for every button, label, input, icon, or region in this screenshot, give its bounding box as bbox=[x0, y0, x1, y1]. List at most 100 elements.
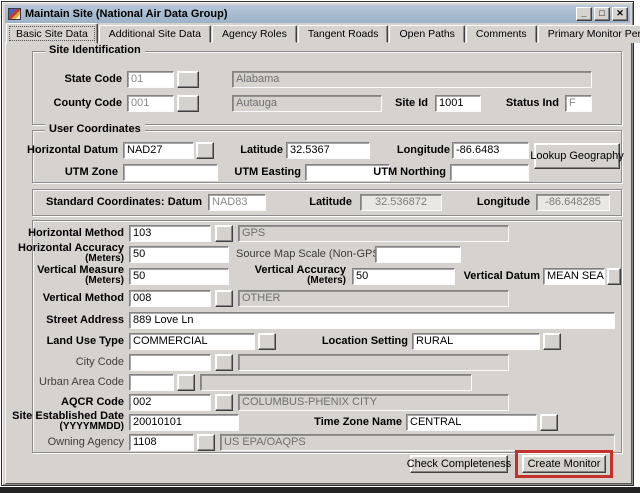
land-use-type-field[interactable]: COMMERCIAL bbox=[129, 333, 255, 350]
site-established-date-field[interactable]: 20010101 bbox=[129, 414, 239, 431]
horizontal-method-description: GPS bbox=[238, 225, 509, 242]
urban-area-code-lookup-button[interactable] bbox=[177, 374, 195, 391]
vertical-accuracy-field[interactable]: 50 bbox=[352, 268, 455, 285]
status-ind-field: F bbox=[565, 95, 592, 112]
source-map-scale-label: Source Map Scale (Non-GPS) bbox=[236, 246, 371, 263]
vertical-measure-field[interactable]: 50 bbox=[129, 268, 229, 285]
latitude-field[interactable]: 32.5367 bbox=[286, 142, 370, 159]
screen-edge bbox=[0, 487, 640, 493]
aqcr-code-label: AQCR Code bbox=[16, 394, 124, 411]
standard-latitude-label: Latitude bbox=[306, 194, 352, 211]
horizontal-datum-lookup-button[interactable] bbox=[196, 142, 214, 159]
titlebar: Maintain Site (National Air Data Group) … bbox=[5, 5, 630, 23]
aqcr-name-display: COLUMBUS-PHENIX CITY bbox=[238, 394, 509, 411]
vertical-accuracy-sublabel: (Meters) bbox=[246, 276, 346, 285]
standard-longitude-label: Longitude bbox=[474, 194, 530, 211]
tab-bar: Basic Site Data Additional Site Data Age… bbox=[6, 22, 640, 43]
location-setting-lookup-button[interactable] bbox=[543, 333, 561, 350]
site-id-label: Site Id bbox=[372, 95, 428, 112]
county-code-field: 001 bbox=[127, 95, 174, 112]
site-id-field[interactable]: 1001 bbox=[435, 95, 481, 112]
vertical-accuracy-label: Vertical Accuracy (Meters) bbox=[246, 265, 346, 285]
owning-agency-label: Owning Agency bbox=[16, 434, 124, 451]
state-code-lookup-button[interactable] bbox=[177, 71, 199, 88]
urban-area-code-field[interactable] bbox=[129, 374, 174, 391]
lookup-geography-button[interactable]: Lookup Geography bbox=[534, 143, 620, 169]
vertical-datum-field[interactable]: MEAN SEA-L bbox=[543, 268, 605, 285]
tab-open-paths[interactable]: Open Paths bbox=[389, 25, 464, 43]
urban-area-name-display bbox=[200, 374, 472, 391]
create-monitor-button[interactable]: Create Monitor bbox=[522, 455, 606, 473]
status-ind-label: Status Ind bbox=[499, 95, 559, 112]
owning-agency-field[interactable]: 1108 bbox=[129, 434, 194, 451]
tab-content-panel: Site Identification State Code 01 Alabam… bbox=[5, 42, 632, 484]
horizontal-method-label: Horizontal Method bbox=[16, 225, 124, 242]
standard-longitude-field: -86.648285 bbox=[536, 194, 610, 211]
vertical-method-label: Vertical Method bbox=[16, 290, 124, 307]
longitude-field[interactable]: -86.6483 bbox=[452, 142, 529, 159]
longitude-label: Longitude bbox=[380, 142, 450, 159]
standard-datum-field: NAD83 bbox=[208, 194, 266, 211]
city-code-label: City Code bbox=[16, 354, 124, 371]
state-code-label: State Code bbox=[16, 71, 122, 88]
utm-northing-field[interactable] bbox=[450, 164, 529, 181]
state-name-display: Alabama bbox=[232, 71, 592, 88]
check-completeness-button[interactable]: Check Completeness bbox=[410, 455, 508, 473]
vertical-datum-lookup-button[interactable] bbox=[607, 268, 621, 285]
horizontal-accuracy-label: Horizontal Accuracy (Meters) bbox=[16, 243, 124, 263]
location-setting-field[interactable]: RURAL bbox=[412, 333, 540, 350]
land-use-type-label: Land Use Type bbox=[16, 333, 124, 350]
user-coordinates-legend: User Coordinates bbox=[45, 123, 145, 135]
city-name-display bbox=[238, 354, 509, 371]
tab-agency-roles[interactable]: Agency Roles bbox=[212, 25, 297, 43]
site-established-date-label: Site Established Date (YYYYMMDD) bbox=[8, 411, 124, 431]
county-name-display: Autauga bbox=[232, 95, 382, 112]
owning-agency-lookup-button[interactable] bbox=[197, 434, 215, 451]
vertical-measure-sublabel: (Meters) bbox=[16, 276, 124, 285]
street-address-label: Street Address bbox=[16, 312, 124, 329]
vertical-datum-label: Vertical Datum bbox=[458, 268, 540, 285]
time-zone-name-label: Time Zone Name bbox=[302, 414, 402, 431]
standard-latitude-field: 32.536872 bbox=[360, 194, 442, 211]
source-map-scale-field[interactable] bbox=[375, 246, 461, 263]
latitude-label: Latitude bbox=[221, 142, 283, 159]
maximize-button[interactable]: □ bbox=[594, 7, 610, 21]
aqcr-code-field[interactable]: 002 bbox=[129, 394, 211, 411]
horizontal-datum-label: Horizontal Datum bbox=[16, 142, 118, 159]
horizontal-method-field[interactable]: 103 bbox=[129, 225, 211, 242]
city-code-field[interactable] bbox=[129, 354, 211, 371]
county-code-lookup-button[interactable] bbox=[177, 95, 199, 112]
utm-zone-field[interactable] bbox=[123, 164, 218, 181]
tab-tangent-roads[interactable]: Tangent Roads bbox=[298, 25, 389, 43]
tab-primary-monitor-periods[interactable]: Primary Monitor Periods bbox=[538, 25, 640, 43]
time-zone-name-field[interactable]: CENTRAL bbox=[406, 414, 537, 431]
aqcr-code-lookup-button[interactable] bbox=[215, 394, 233, 411]
window-controls: _ □ ✕ bbox=[576, 7, 628, 21]
county-code-label: County Code bbox=[16, 95, 122, 112]
site-established-date-sublabel: (YYYYMMDD) bbox=[8, 422, 124, 431]
street-address-field[interactable]: 889 Love Ln bbox=[129, 312, 615, 329]
land-use-type-lookup-button[interactable] bbox=[258, 333, 276, 350]
horizontal-accuracy-sublabel: (Meters) bbox=[16, 254, 124, 263]
standard-datum-label: Datum bbox=[152, 194, 202, 211]
tab-additional-site-data[interactable]: Additional Site Data bbox=[99, 25, 211, 43]
utm-northing-label: UTM Northing bbox=[364, 164, 446, 181]
vertical-method-description: OTHER bbox=[238, 290, 509, 307]
tab-comments[interactable]: Comments bbox=[466, 25, 537, 43]
city-code-lookup-button[interactable] bbox=[215, 354, 233, 371]
close-button[interactable]: ✕ bbox=[612, 7, 628, 21]
utm-easting-label: UTM Easting bbox=[228, 164, 301, 181]
horizontal-method-lookup-button[interactable] bbox=[215, 225, 233, 242]
vertical-method-field[interactable]: 008 bbox=[129, 290, 211, 307]
horizontal-accuracy-field[interactable]: 50 bbox=[129, 246, 229, 263]
state-code-field: 01 bbox=[127, 71, 174, 88]
location-setting-label: Location Setting bbox=[316, 333, 408, 350]
horizontal-datum-field[interactable]: NAD27 bbox=[123, 142, 194, 159]
utm-zone-label: UTM Zone bbox=[36, 164, 118, 181]
vertical-method-lookup-button[interactable] bbox=[215, 290, 233, 307]
tab-basic-site-data[interactable]: Basic Site Data bbox=[6, 23, 98, 44]
window-title: Maintain Site (National Air Data Group) bbox=[25, 8, 228, 20]
minimize-button[interactable]: _ bbox=[576, 7, 592, 21]
app-icon bbox=[8, 8, 21, 20]
time-zone-name-lookup-button[interactable] bbox=[540, 414, 558, 431]
